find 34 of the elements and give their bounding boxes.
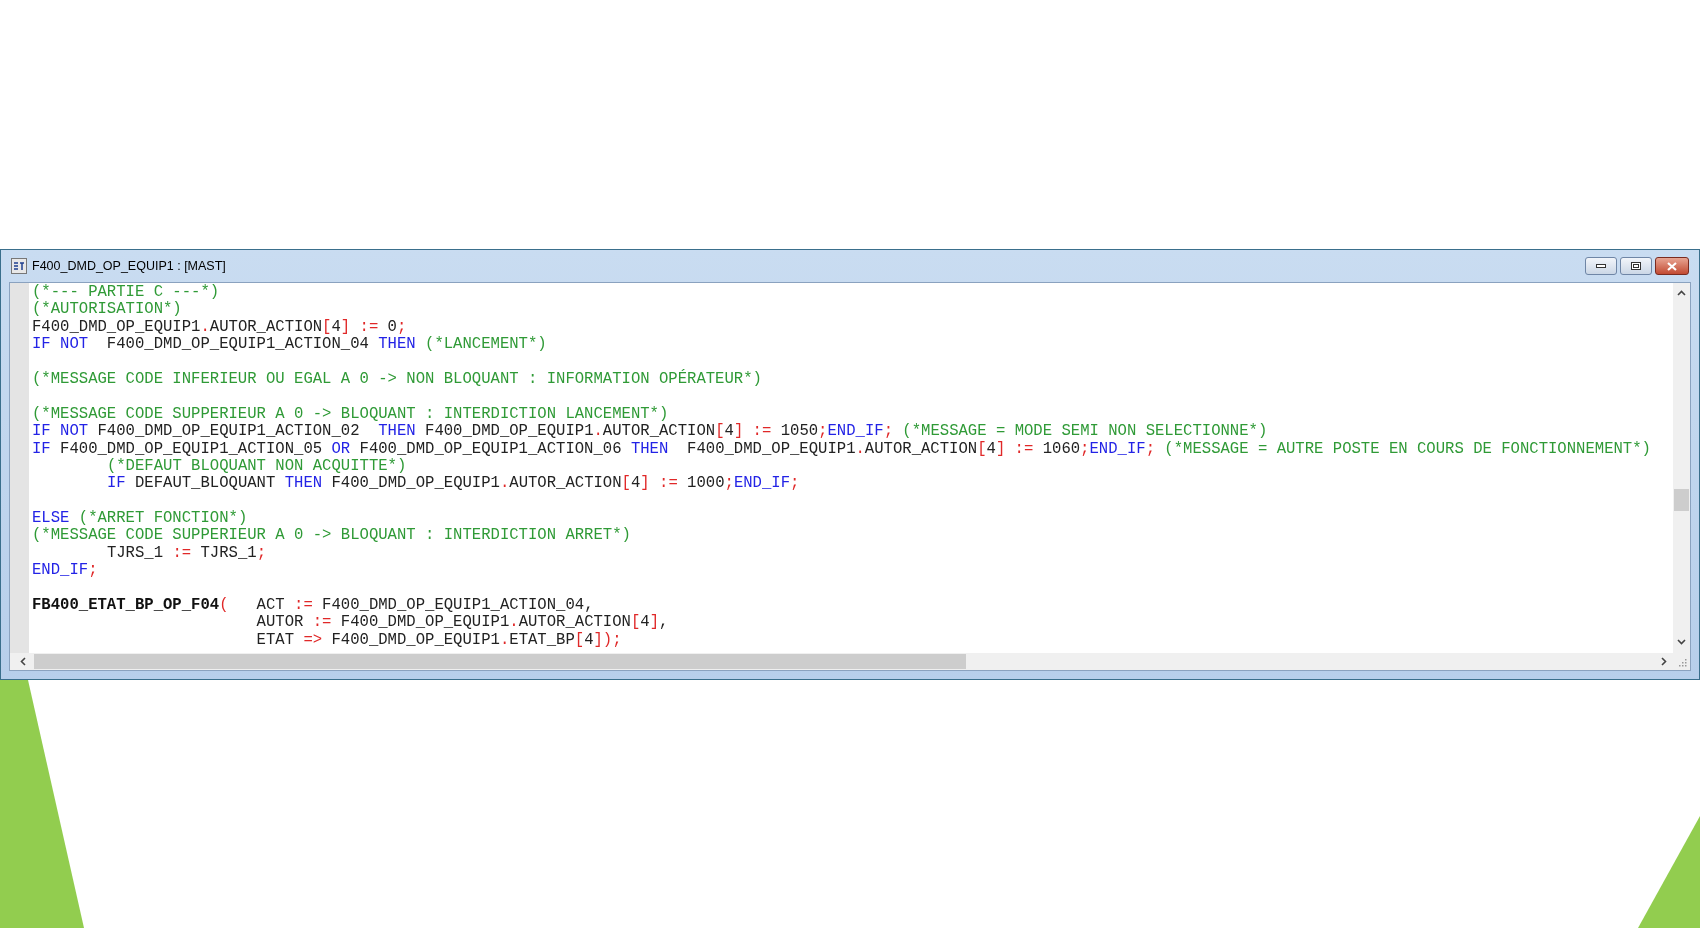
scrollbar-thumb[interactable] <box>1674 489 1689 511</box>
scroll-right-icon <box>1661 657 1667 666</box>
minimize-button[interactable] <box>1585 257 1617 275</box>
code-line: (*--- PARTIE C ---*) <box>32 283 220 301</box>
window-title: F400_DMD_OP_EQUIP1 : [MAST] <box>32 259 226 273</box>
code-line: IF NOT F400_DMD_OP_EQUIP1_ACTION_02 THEN F400_DMD_OP_EQUIP1.AUTOR_ACTION[4] := 1050;END_IF; (*MESSAGE = MODE SEMI NON SELECTIONNE*) <box>32 422 1268 441</box>
scroll-down-icon <box>1677 639 1686 645</box>
code-line: (*MESSAGE CODE INFERIEUR OU EGAL A 0 -> NON BLOQUANT : INFORMATION OPÉRATEUR*) <box>32 369 762 388</box>
close-icon <box>1667 261 1677 271</box>
minimize-icon <box>1596 264 1606 268</box>
code-line: IF NOT F400_DMD_OP_EQUIP1_ACTION_04 THEN (*LANCEMENT*) <box>32 335 547 354</box>
restore-icon <box>1631 262 1641 270</box>
code-line: (*MESSAGE CODE SUPPERIEUR A 0 -> BLOQUANT : INTERDICTION ARRET*) <box>32 526 631 545</box>
code-line: AUTOR := F400_DMD_OP_EQUIP1.AUTOR_ACTION[4], <box>256 613 669 632</box>
scroll-up-icon <box>1677 290 1686 296</box>
code-line: (*AUTORISATION*) <box>32 300 182 319</box>
code-line: FB400_ETAT_BP_OP_F04( ACT := F400_DMD_OP_EQUIP1_ACTION_04, <box>32 596 594 615</box>
code-line: END_IF; <box>32 561 98 580</box>
resize-grip-icon <box>1677 656 1687 667</box>
code-line: ETAT => F400_DMD_OP_EQUIP1.ETAT_BP[4]); <box>256 630 622 649</box>
scrollbar-thumb[interactable] <box>34 654 966 669</box>
code-line: (*DEFAUT BLOQUANT NON ACQUITTE*) <box>106 456 407 475</box>
code-line: IF F400_DMD_OP_EQUIP1_ACTION_05 OR F400_DMD_OP_EQUIP1_ACTION_06 THEN F400_DMD_OP_EQUIP1.AUTOR_ACTION[4] := 1060;END_IF; (*MESSAGE = AUTRE POSTE EN COURS DE FONCTIONNEMENT*) <box>32 439 1651 458</box>
code-line: ELSE (*ARRET FONCTION*) <box>32 509 248 528</box>
restore-button[interactable] <box>1620 257 1652 275</box>
scroll-left-icon <box>20 657 26 666</box>
code-line: TJRS_1 := TJRS_1; <box>106 543 266 562</box>
close-button[interactable] <box>1655 257 1689 275</box>
code-line: IF DEFAUT_BLOQUANT THEN F400_DMD_OP_EQUIP1.AUTOR_ACTION[4] := 1000;END_IF; <box>106 474 800 493</box>
code-line: F400_DMD_OP_EQUIP1.AUTOR_ACTION[4] := 0; <box>32 317 407 336</box>
horizontal-scrollbar[interactable] <box>10 653 1690 670</box>
code-line: (*MESSAGE CODE SUPPERIEUR A 0 -> BLOQUANT : INTERDICTION LANCEMENT*) <box>32 404 669 423</box>
program-icon <box>11 258 27 274</box>
vertical-scrollbar[interactable] <box>1673 283 1690 653</box>
